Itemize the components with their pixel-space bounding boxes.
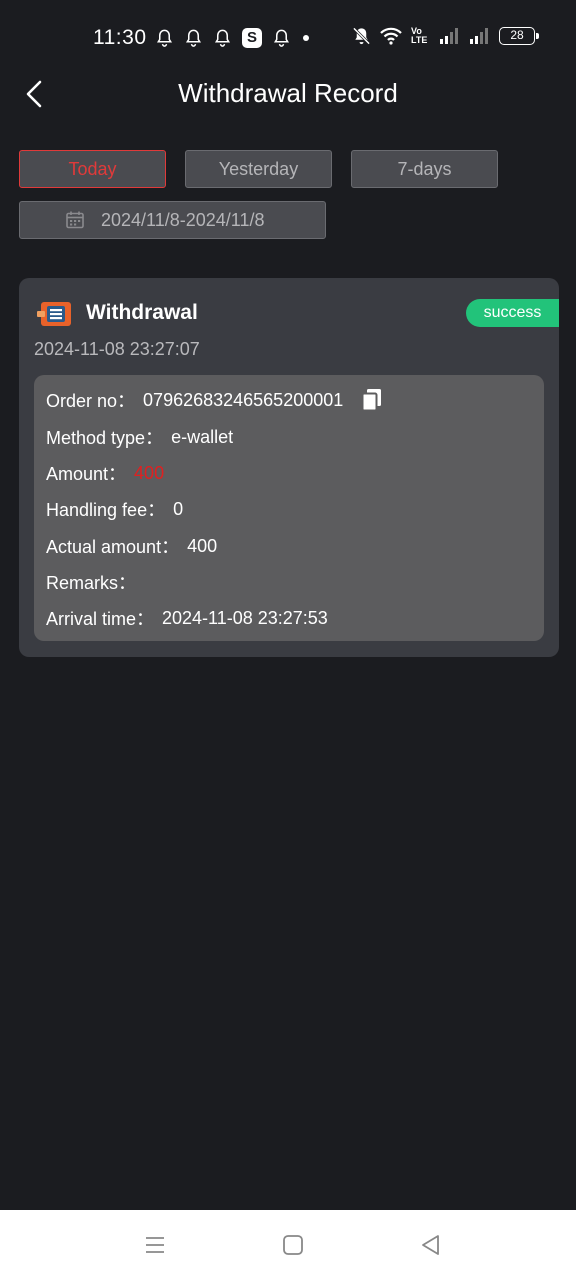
copy-icon[interactable] [361,388,383,412]
header: Withdrawal Record [0,66,576,122]
home-icon[interactable] [281,1233,305,1257]
page-title: Withdrawal Record [178,78,398,108]
bell-icon [185,29,202,47]
system-icons: Vo LTE 28 [352,26,539,46]
amount-value: 400 [134,462,165,483]
fee-row: Handling fee： 0 [46,496,183,522]
record-type: Withdrawal [86,301,198,324]
bell-icon [214,29,231,47]
record-details: Order no： 07962683246565200001 Method ty… [34,375,544,641]
date-range-text: 2024/11/8-2024/11/8 [101,209,265,230]
record-time: 2024-11-08 23:27:07 [34,339,200,359]
remarks-row: Remarks： [46,569,144,595]
actual-amount-label: Actual amount： [46,537,180,557]
withdrawal-record-card: Withdrawal success 2024-11-08 23:27:07 O… [19,278,559,657]
battery-icon: 28 [499,27,539,45]
system-nav-bar [0,1210,576,1280]
app-s-icon: S [242,28,262,48]
actual-amount-row: Actual amount： 400 [46,533,217,559]
order-no-value: 07962683246565200001 [143,389,344,410]
volte-icon: Vo LTE [411,26,428,45]
actual-amount-value: 400 [187,535,218,556]
arrival-time-row: Arrival time： 2024-11-08 23:27:53 [46,605,328,631]
status-bar: 11:30 S Vo LTE 28 [0,0,576,72]
method-value: e-wallet [171,426,234,447]
filter-yesterday-button[interactable]: Yesterday [185,150,332,188]
filter-today-button[interactable]: Today [19,150,166,188]
arrival-time-label: Arrival time： [46,609,155,629]
method-label: Method type： [46,428,164,448]
order-no-label: Order no： [46,391,136,411]
signal-icon [440,28,458,44]
filter-7days-button[interactable]: 7-days [351,150,498,188]
amount-label: Amount： [46,464,127,484]
status-badge: success [466,299,559,327]
wifi-icon [380,27,402,45]
back-triangle-icon[interactable] [419,1233,443,1257]
bell-icon [273,29,290,47]
calendar-icon [66,211,84,229]
withdrawal-icon [37,302,71,326]
more-dot-icon [303,35,309,41]
method-row: Method type： e-wallet [46,424,233,450]
order-no-row: Order no： 07962683246565200001 [46,387,383,413]
arrival-time-value: 2024-11-08 23:27:53 [162,607,328,628]
menu-icon[interactable] [143,1233,167,1257]
remarks-label: Remarks： [46,573,137,593]
signal-icon [470,28,488,44]
date-range-picker[interactable]: 2024/11/8-2024/11/8 [19,201,326,239]
notification-icons: S [155,28,309,48]
bell-icon [156,29,173,47]
status-time: 11:30 [93,26,147,49]
amount-row: Amount： 400 [46,460,164,486]
mute-bell-icon [352,27,371,45]
fee-label: Handling fee： [46,500,166,520]
fee-value: 0 [173,498,184,519]
